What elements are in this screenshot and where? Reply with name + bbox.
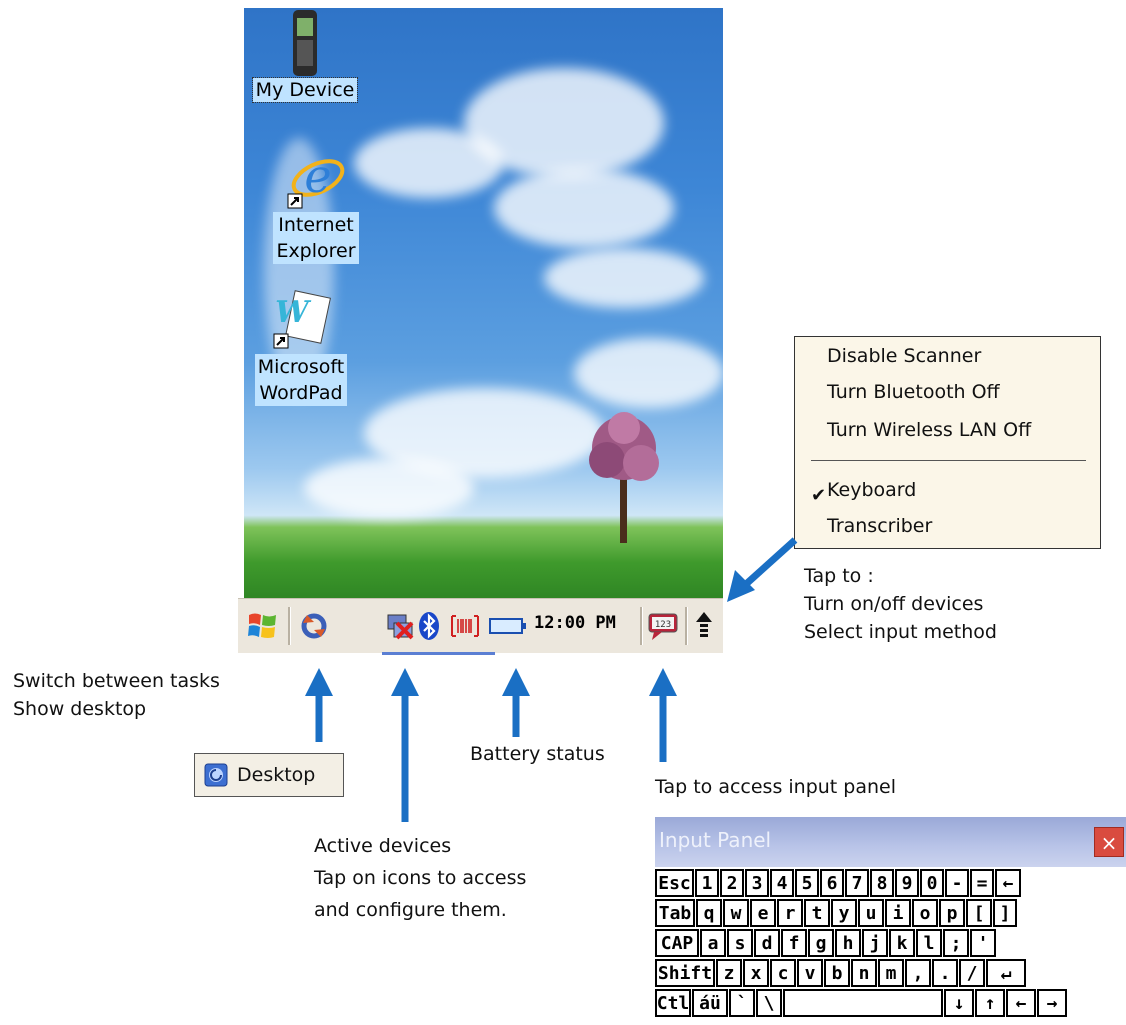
key[interactable]: h xyxy=(835,929,861,957)
key[interactable]: n xyxy=(851,959,877,987)
key[interactable]: y xyxy=(831,899,857,927)
arrow-menu xyxy=(742,537,798,588)
key-enter[interactable]: ↵ xyxy=(986,959,1026,987)
key[interactable]: ; xyxy=(943,929,969,957)
key[interactable]: / xyxy=(959,959,985,987)
key[interactable]: i xyxy=(885,899,911,927)
key[interactable]: j xyxy=(862,929,888,957)
key-up[interactable]: ↑ xyxy=(975,989,1005,1017)
keyboard-row-2: Tab q w e r t y u i o p [ ] xyxy=(655,899,1018,927)
annotation-switch-tasks: Switch between tasks Show desktop xyxy=(13,670,220,720)
key[interactable]: 8 xyxy=(870,869,894,897)
close-icon[interactable]: × xyxy=(1094,827,1124,857)
key[interactable]: 6 xyxy=(820,869,844,897)
key[interactable]: o xyxy=(912,899,938,927)
key[interactable]: ] xyxy=(993,899,1017,927)
key[interactable]: r xyxy=(777,899,803,927)
annotation-battery: Battery status xyxy=(470,743,605,765)
keyboard-row-4: Shift z x c v b n m , . / ↵ xyxy=(655,959,1027,987)
key[interactable]: w xyxy=(723,899,749,927)
desktop-button[interactable]: Desktop xyxy=(194,753,344,797)
input-panel-title: Input Panel xyxy=(659,828,772,852)
key-down[interactable]: ↓ xyxy=(944,989,974,1017)
key[interactable]: b xyxy=(824,959,850,987)
input-panel-titlebar: Input Panel × xyxy=(655,817,1126,867)
keyboard-row-1: Esc 1 2 3 4 5 6 7 8 9 0 - = ← xyxy=(655,869,1022,897)
key[interactable]: d xyxy=(754,929,780,957)
key[interactable]: g xyxy=(808,929,834,957)
key[interactable]: q xyxy=(696,899,722,927)
key-left[interactable]: ← xyxy=(1006,989,1036,1017)
key-backspace[interactable]: ← xyxy=(995,869,1021,897)
key[interactable]: ' xyxy=(970,929,996,957)
key[interactable]: 7 xyxy=(845,869,869,897)
key-right[interactable]: → xyxy=(1037,989,1067,1017)
key[interactable]: t xyxy=(804,899,830,927)
key[interactable]: a xyxy=(700,929,726,957)
key[interactable]: 2 xyxy=(720,869,744,897)
key[interactable]: = xyxy=(970,869,994,897)
key[interactable]: z xyxy=(716,959,742,987)
key-caps[interactable]: CAP xyxy=(655,929,699,957)
key[interactable]: - xyxy=(945,869,969,897)
key[interactable]: s xyxy=(727,929,753,957)
desktop-icon xyxy=(204,763,228,787)
key[interactable]: u xyxy=(858,899,884,927)
keyboard-row-5: Ctl áü ` \ ↓ ↑ ← → xyxy=(655,989,1068,1017)
key[interactable]: f xyxy=(781,929,807,957)
key-esc[interactable]: Esc xyxy=(655,869,694,897)
key-space[interactable] xyxy=(783,989,943,1017)
key[interactable]: 5 xyxy=(795,869,819,897)
key[interactable]: 4 xyxy=(770,869,794,897)
key[interactable]: 1 xyxy=(695,869,719,897)
key[interactable]: e xyxy=(750,899,776,927)
key[interactable]: p xyxy=(939,899,965,927)
key-ctrl[interactable]: Ctl xyxy=(655,989,691,1017)
annotation-input-panel: Tap to access input panel xyxy=(655,776,897,798)
input-panel: Input Panel × Esc 1 2 3 4 5 6 7 8 9 0 - … xyxy=(655,817,1126,1025)
key[interactable]: m xyxy=(878,959,904,987)
key[interactable]: c xyxy=(770,959,796,987)
key[interactable]: . xyxy=(932,959,958,987)
key[interactable]: v xyxy=(797,959,823,987)
key-tab[interactable]: Tab xyxy=(655,899,695,927)
annotation-tap-to: Tap to : Turn on/off devices Select inpu… xyxy=(804,565,997,643)
key[interactable]: 0 xyxy=(920,869,944,897)
key-intl[interactable]: áü xyxy=(692,989,728,1017)
annotation-active-devices: Active devices Tap on icons to access an… xyxy=(314,835,527,921)
keyboard-row-3: CAP a s d f g h j k l ; ' xyxy=(655,929,997,957)
key[interactable]: l xyxy=(916,929,942,957)
key[interactable]: [ xyxy=(966,899,992,927)
key[interactable]: x xyxy=(743,959,769,987)
key[interactable]: ` xyxy=(729,989,755,1017)
key-shift[interactable]: Shift xyxy=(655,959,715,987)
desktop-button-label: Desktop xyxy=(237,764,316,786)
key[interactable]: , xyxy=(905,959,931,987)
key[interactable]: k xyxy=(889,929,915,957)
key[interactable]: \ xyxy=(756,989,782,1017)
key[interactable]: 3 xyxy=(745,869,769,897)
key[interactable]: 9 xyxy=(895,869,919,897)
